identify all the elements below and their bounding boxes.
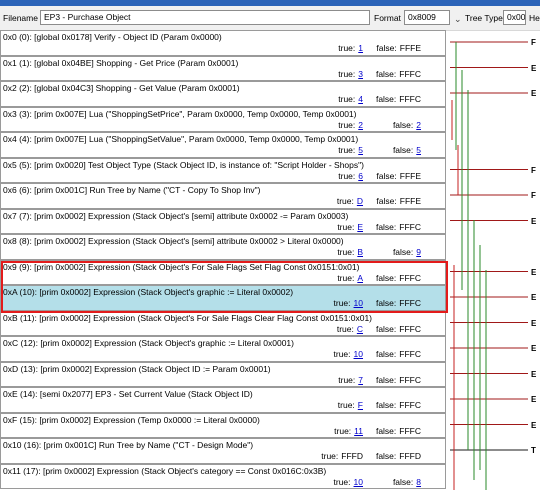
header-label: He (529, 13, 540, 23)
chevron-down-icon[interactable]: ⌄ (454, 14, 462, 25)
format-label: Format (374, 13, 401, 23)
tree-type-input[interactable]: 0x00 (503, 10, 526, 25)
filename-input[interactable]: EP3 - Purchase Object (40, 10, 370, 25)
toolbar: Filename EP3 - Purchase Object Format 0x… (0, 6, 540, 31)
tree-node-list: 0x0 (0): [global 0x0178] Verify - Object… (0, 30, 540, 494)
connector-lines (450, 41, 528, 490)
format-select[interactable]: 0x8009 (404, 10, 450, 25)
tree-type-label: Tree Type (465, 13, 503, 23)
filename-label: Filename (3, 13, 38, 23)
